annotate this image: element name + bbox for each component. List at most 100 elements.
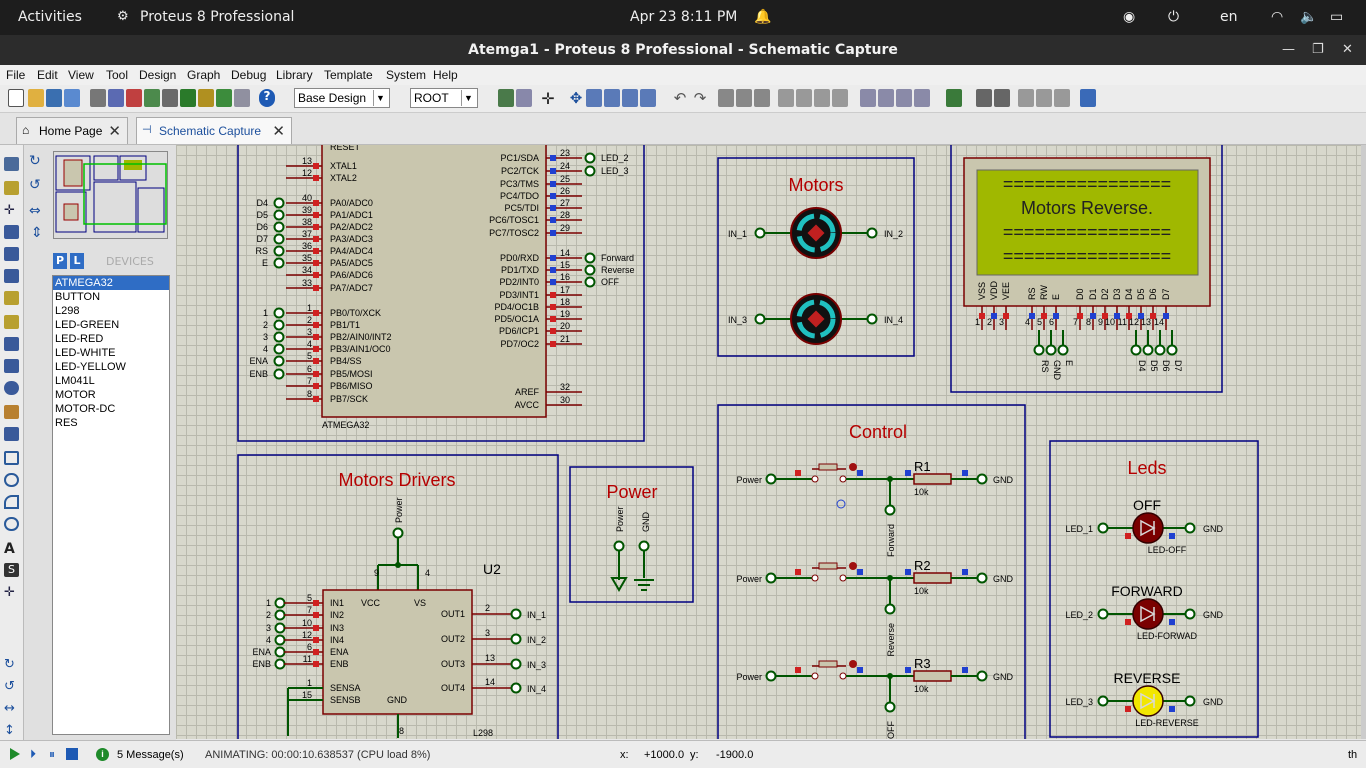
- component-mode-icon[interactable]: [4, 181, 19, 195]
- schematic-canvas[interactable]: RESET ATMEGA32 13 XTAL1 12 XTAL2 40 PA0/ADC0 D4 3…: [176, 145, 1361, 739]
- list-item[interactable]: MOTOR: [53, 388, 169, 402]
- sub-circuit-icon[interactable]: [4, 291, 19, 305]
- design-select[interactable]: Base Design ▼: [294, 88, 390, 108]
- home-icon[interactable]: [90, 89, 106, 107]
- save-icon[interactable]: [46, 89, 62, 107]
- block-rotate-icon[interactable]: [814, 89, 830, 107]
- instruments-icon[interactable]: [4, 427, 19, 441]
- new-sheet-icon[interactable]: [1018, 89, 1034, 107]
- list-item[interactable]: MOTOR-DC: [53, 402, 169, 416]
- box-tool-icon[interactable]: [4, 473, 19, 487]
- accessibility-icon[interactable]: ◉: [1123, 9, 1135, 25]
- app-menu-icon[interactable]: ⚙: [117, 9, 129, 24]
- play-icon[interactable]: [10, 748, 20, 760]
- rotate-cw-icon[interactable]: ↻: [4, 657, 19, 672]
- chevron-down-icon[interactable]: ▼: [461, 90, 475, 106]
- list-item[interactable]: BUTTON: [53, 290, 169, 304]
- block-copy-icon[interactable]: [778, 89, 794, 107]
- close-icon[interactable]: ✕: [1342, 42, 1353, 57]
- menu-view[interactable]: View: [68, 68, 94, 82]
- terminals-icon[interactable]: [4, 315, 19, 329]
- activities-button[interactable]: Activities: [18, 9, 82, 25]
- zoom-out-icon[interactable]: [604, 89, 620, 107]
- list-item[interactable]: L298: [53, 304, 169, 318]
- list-item[interactable]: ATMEGA32: [53, 276, 169, 290]
- search-tag-icon[interactable]: [976, 89, 992, 107]
- junction-dot-icon[interactable]: ✛: [4, 203, 19, 218]
- buses-icon[interactable]: [4, 269, 19, 283]
- sheet-select[interactable]: ROOT ▼: [410, 88, 478, 108]
- pick-device-icon[interactable]: [860, 89, 876, 107]
- marker-tool-icon[interactable]: ✛: [4, 585, 19, 600]
- pcb-icon[interactable]: [126, 89, 142, 107]
- zoom-all-icon[interactable]: [622, 89, 638, 107]
- rotate-ccw-icon[interactable]: ↺: [29, 177, 41, 193]
- notes-icon[interactable]: [234, 89, 250, 107]
- pick-devices-button[interactable]: P: [53, 253, 67, 269]
- rotate-ccw-icon[interactable]: ↺: [4, 679, 19, 694]
- wire-label-icon[interactable]: [4, 225, 19, 239]
- block-delete-icon[interactable]: [832, 89, 848, 107]
- list-item[interactable]: LED-GREEN: [53, 318, 169, 332]
- probe-icon[interactable]: [4, 405, 19, 419]
- zoom-in-icon[interactable]: [586, 89, 602, 107]
- gerber-icon[interactable]: [162, 89, 178, 107]
- block-move-icon[interactable]: [796, 89, 812, 107]
- battery-icon[interactable]: ▭: [1330, 9, 1343, 25]
- origin-icon[interactable]: ✛: [540, 89, 556, 108]
- graph-mode-icon[interactable]: [4, 359, 19, 373]
- step-icon[interactable]: ⏵: [30, 748, 43, 760]
- make-device-icon[interactable]: [878, 89, 894, 107]
- list-item[interactable]: LED-RED: [53, 332, 169, 346]
- maximize-icon[interactable]: ❐: [1312, 42, 1324, 57]
- selection-mode-icon[interactable]: [4, 157, 19, 171]
- source-code-icon[interactable]: [216, 89, 232, 107]
- schematic-icon[interactable]: [108, 89, 124, 107]
- text-tool-icon[interactable]: A: [4, 541, 19, 557]
- open-folder-icon[interactable]: [28, 89, 44, 107]
- decompose-icon[interactable]: [914, 89, 930, 107]
- menu-design[interactable]: Design: [139, 68, 176, 82]
- menu-system[interactable]: System: [386, 68, 426, 82]
- pause-icon[interactable]: ⏸: [49, 748, 55, 760]
- symbol-tool-icon[interactable]: S: [4, 563, 19, 577]
- remove-sheet-icon[interactable]: [1036, 89, 1052, 107]
- mirror-horizontal-icon[interactable]: ⇔: [29, 203, 41, 219]
- wire-autorouter-icon[interactable]: [946, 89, 962, 107]
- stop-icon[interactable]: [66, 748, 78, 760]
- text-script-icon[interactable]: [4, 247, 19, 261]
- cut-icon[interactable]: [718, 89, 734, 107]
- menu-template[interactable]: Template: [324, 68, 373, 82]
- electrical-rule-check-icon[interactable]: [1080, 89, 1096, 107]
- circle-tool-icon[interactable]: [4, 495, 19, 509]
- power-manager-icon[interactable]: ⏻: [1168, 9, 1179, 25]
- menu-help[interactable]: Help: [433, 68, 458, 82]
- list-item[interactable]: LM041L: [53, 374, 169, 388]
- line-tool-icon[interactable]: [4, 451, 19, 465]
- list-item[interactable]: LED-WHITE: [53, 346, 169, 360]
- save-all-icon[interactable]: [64, 89, 80, 107]
- copy-icon[interactable]: [736, 89, 752, 107]
- wifi-icon[interactable]: ◠: [1271, 9, 1283, 25]
- chevron-down-icon[interactable]: ▼: [373, 90, 387, 106]
- menu-file[interactable]: File: [6, 68, 25, 82]
- list-item[interactable]: LED-YELLOW: [53, 360, 169, 374]
- exit-to-parent-icon[interactable]: [1054, 89, 1070, 107]
- close-icon[interactable]: ✕: [108, 122, 121, 140]
- minimize-icon[interactable]: —: [1282, 42, 1295, 57]
- list-item[interactable]: RES: [53, 416, 169, 430]
- devices-list[interactable]: ATMEGA32 BUTTON L298 LED-GREEN LED-RED L…: [52, 275, 170, 735]
- mirror-y-icon[interactable]: ↕: [4, 723, 19, 738]
- tab-home-page[interactable]: ⌂ Home Page ✕: [16, 117, 128, 144]
- message-count[interactable]: 5 Message(s): [117, 749, 184, 761]
- zoom-area-icon[interactable]: [640, 89, 656, 107]
- schematic-drawing[interactable]: RESETATMEGA3213 XTAL112 XTAL240 PA0/ADC0D43…: [176, 145, 1361, 739]
- grid-toggle-icon[interactable]: [516, 89, 532, 107]
- app-menu[interactable]: Proteus 8 Professional: [140, 9, 294, 25]
- library-manager-button[interactable]: L: [70, 253, 84, 269]
- menu-library[interactable]: Library: [276, 68, 313, 82]
- help-icon[interactable]: ?: [259, 89, 275, 107]
- pan-icon[interactable]: ✥: [568, 89, 584, 107]
- arc-tool-icon[interactable]: [4, 517, 19, 531]
- undo-icon[interactable]: ↶: [672, 89, 688, 107]
